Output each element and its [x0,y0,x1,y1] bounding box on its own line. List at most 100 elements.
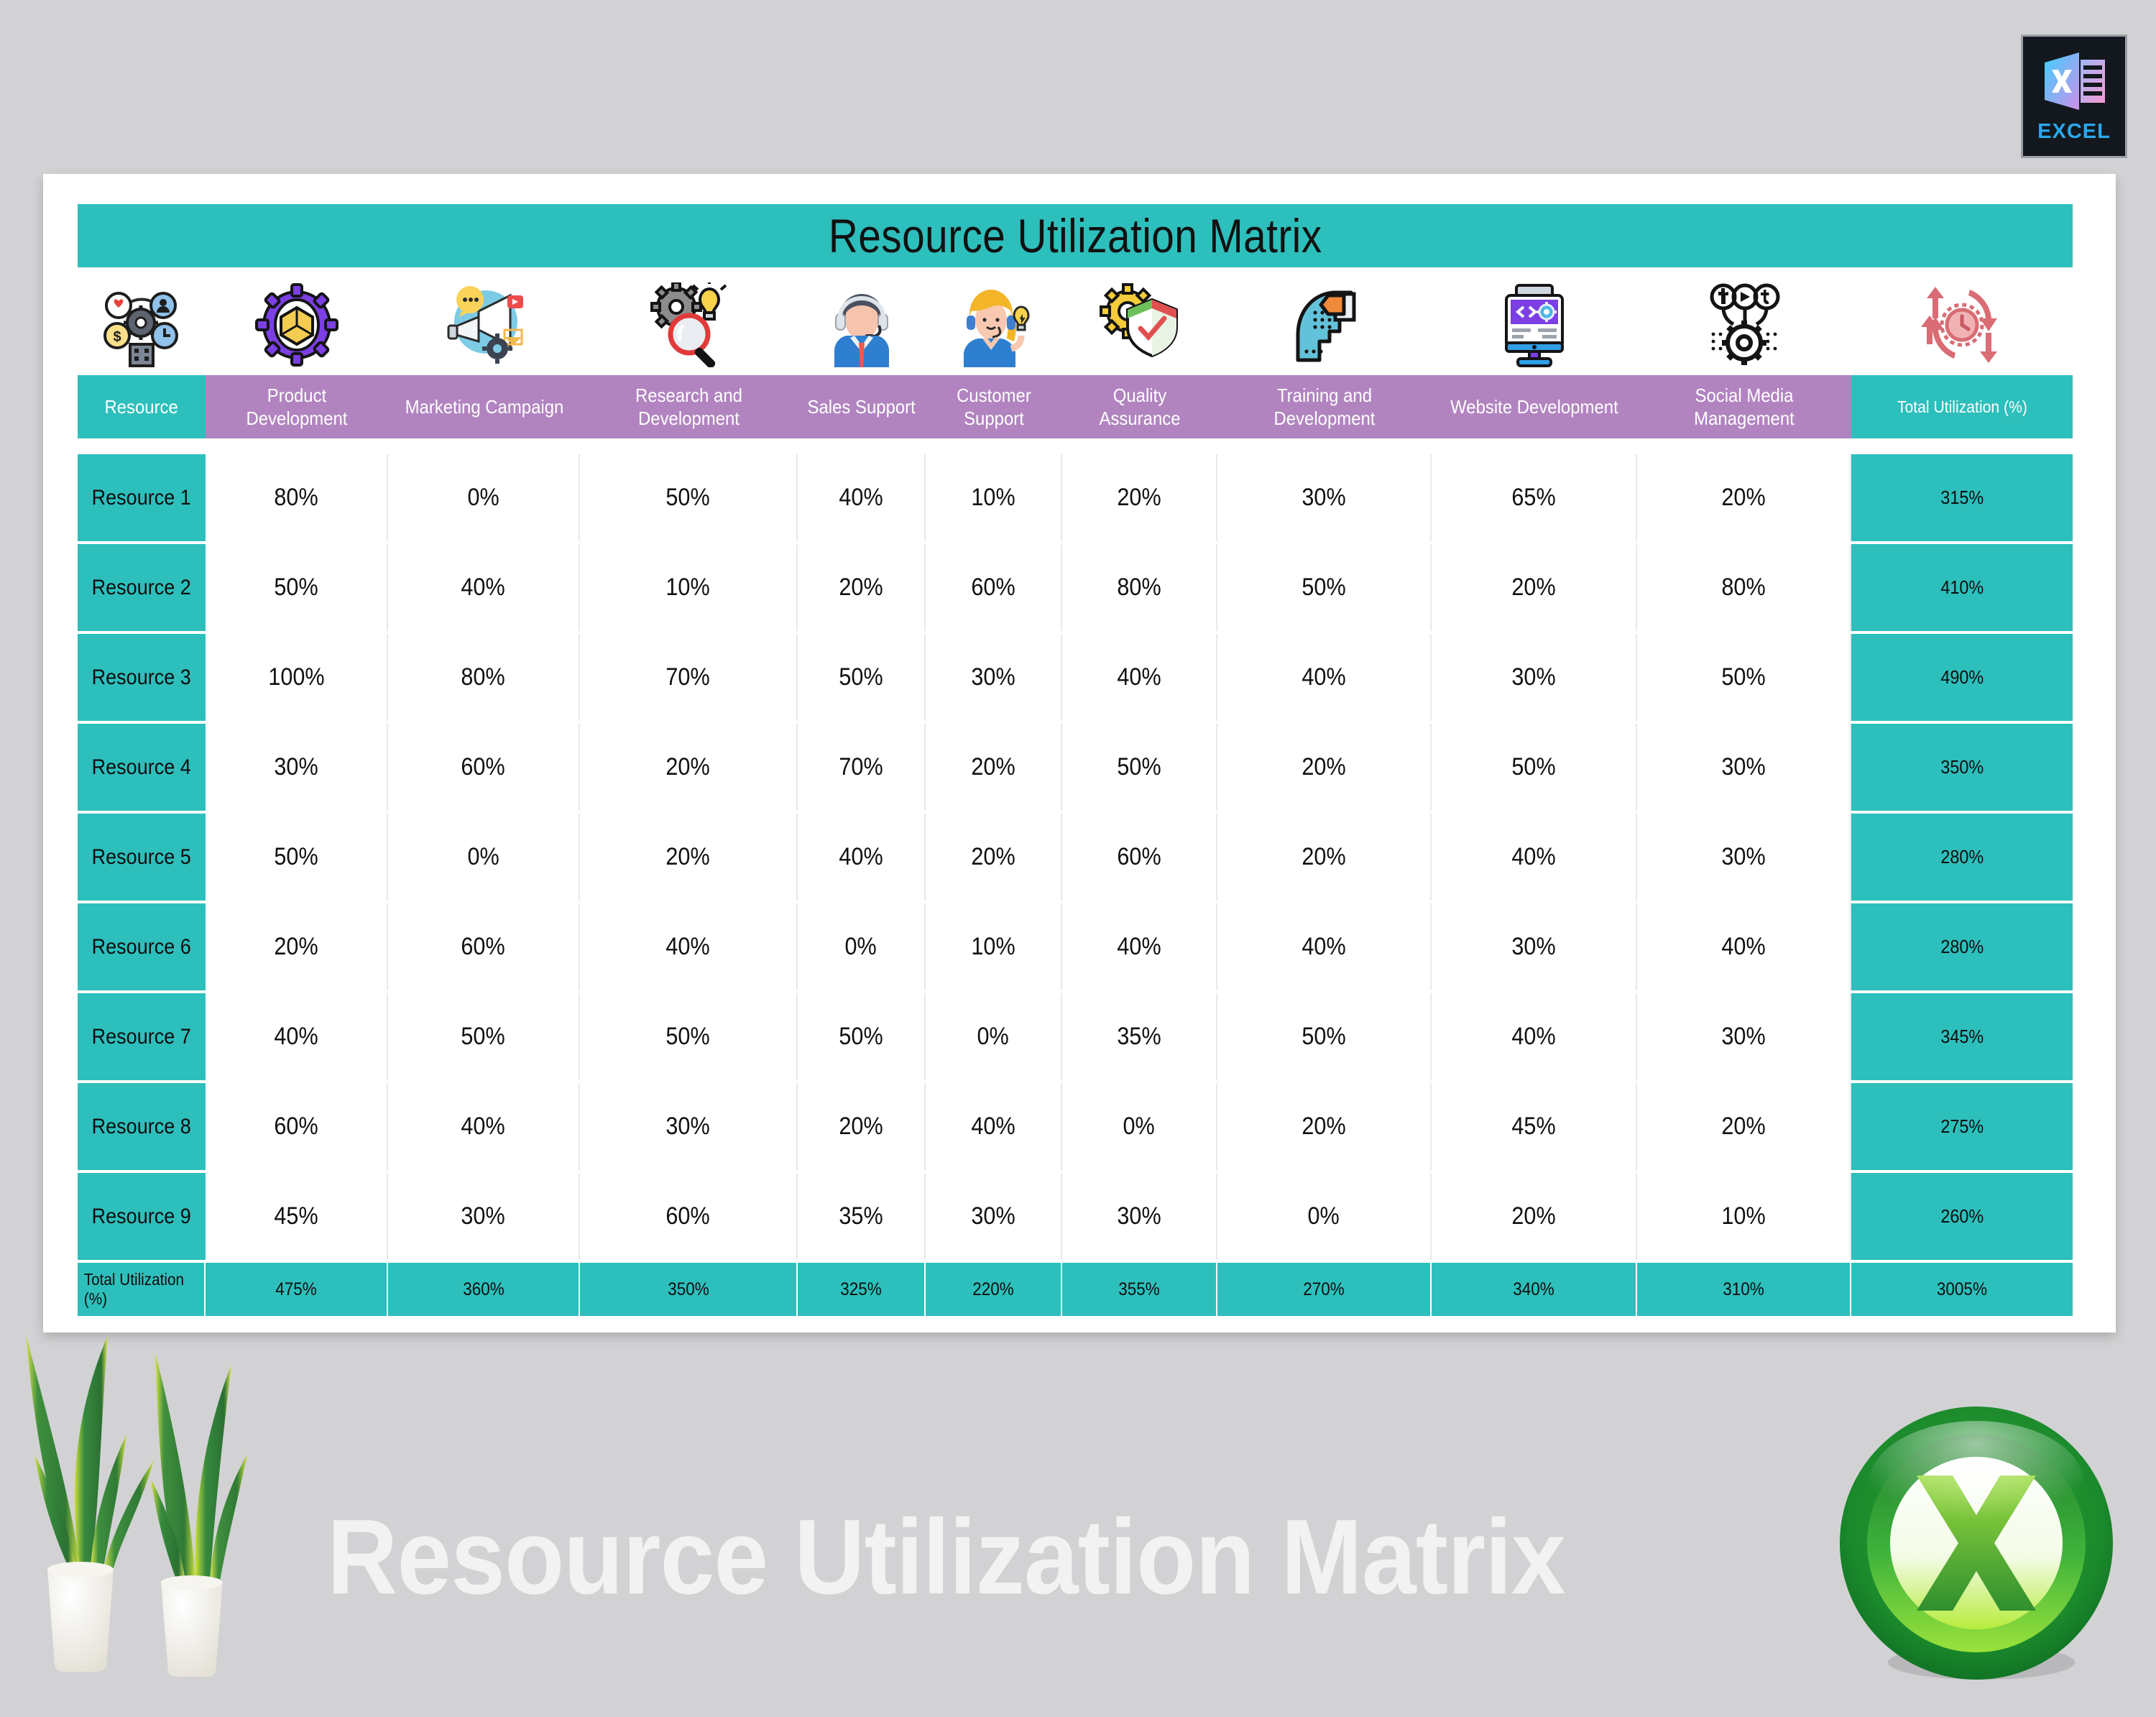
data-cell[interactable]: 40% [580,903,798,990]
data-cell[interactable]: 40% [1432,993,1637,1080]
data-cell[interactable]: 0% [926,993,1062,1080]
row-total-cell[interactable]: 410% [1851,544,2073,631]
data-cell[interactable]: 20% [1432,1173,1637,1260]
column-header-resource[interactable]: Resource [78,375,206,438]
data-cell[interactable]: 45% [1432,1083,1637,1170]
data-cell[interactable]: 20% [580,724,798,811]
data-cell[interactable]: 40% [1637,903,1851,990]
data-cell[interactable]: 20% [1217,724,1432,811]
data-cell[interactable]: 40% [1432,814,1637,901]
column-header-product-development[interactable]: Product Development [206,375,388,438]
data-cell[interactable]: 20% [798,1083,926,1170]
data-cell[interactable]: 30% [1432,903,1637,990]
column-total-cell[interactable]: 475% [206,1263,388,1316]
column-header-customer-support[interactable]: Customer Support [926,375,1062,438]
row-header-cell[interactable]: Resource 5 [78,814,206,901]
data-cell[interactable]: 30% [1062,1173,1217,1260]
data-cell[interactable]: 30% [1637,814,1851,901]
column-header-social-media-management[interactable]: Social Media Management [1637,375,1851,438]
data-cell[interactable]: 60% [580,1173,798,1260]
data-cell[interactable]: 20% [926,724,1062,811]
row-header-cell[interactable]: Resource 4 [78,724,206,811]
row-total-cell[interactable]: 275% [1851,1083,2073,1170]
data-cell[interactable]: 20% [580,814,798,901]
data-cell[interactable]: 50% [206,814,388,901]
data-cell[interactable]: 30% [1432,634,1637,721]
data-cell[interactable]: 30% [1637,724,1851,811]
data-cell[interactable]: 40% [206,993,388,1080]
data-cell[interactable]: 65% [1432,454,1637,541]
row-total-cell[interactable]: 280% [1851,814,2073,901]
row-total-cell[interactable]: 315% [1851,454,2073,541]
data-cell[interactable]: 20% [1217,1083,1432,1170]
data-cell[interactable]: 20% [1637,454,1851,541]
data-cell[interactable]: 50% [1062,724,1217,811]
row-header-cell[interactable]: Resource 2 [78,544,206,631]
data-cell[interactable]: 0% [1217,1173,1432,1260]
data-cell[interactable]: 60% [388,724,580,811]
data-cell[interactable]: 80% [206,454,388,541]
data-cell[interactable]: 35% [1062,993,1217,1080]
data-cell[interactable]: 20% [1432,544,1637,631]
data-cell[interactable]: 30% [926,1173,1062,1260]
column-header-training-and-development[interactable]: Training and Development [1217,375,1432,438]
column-total-cell[interactable]: 325% [798,1263,926,1316]
data-cell[interactable]: 40% [1062,634,1217,721]
data-cell[interactable]: 100% [206,634,388,721]
data-cell[interactable]: 10% [926,903,1062,990]
data-cell[interactable]: 40% [1217,634,1432,721]
grand-total-cell[interactable]: 3005% [1851,1263,2073,1316]
column-total-cell[interactable]: 310% [1637,1263,1851,1316]
data-cell[interactable]: 40% [798,814,926,901]
data-cell[interactable]: 50% [206,544,388,631]
data-cell[interactable]: 40% [798,454,926,541]
data-cell[interactable]: 20% [1217,814,1432,901]
row-total-cell[interactable]: 260% [1851,1173,2073,1260]
data-cell[interactable]: 30% [1637,993,1851,1080]
data-cell[interactable]: 80% [1637,544,1851,631]
column-header-quality-assurance[interactable]: Quality Assurance [1062,375,1217,438]
data-cell[interactable]: 0% [798,903,926,990]
data-cell[interactable]: 40% [388,544,580,631]
data-cell[interactable]: 50% [580,454,798,541]
data-cell[interactable]: 50% [1637,634,1851,721]
data-cell[interactable]: 50% [1217,993,1432,1080]
data-cell[interactable]: 10% [926,454,1062,541]
data-cell[interactable]: 30% [388,1173,580,1260]
data-cell[interactable]: 60% [926,544,1062,631]
column-header-research-and-development[interactable]: Research and Development [580,375,798,438]
data-cell[interactable]: 40% [388,1083,580,1170]
column-total-cell[interactable]: 270% [1217,1263,1432,1316]
data-cell[interactable]: 40% [1217,903,1432,990]
data-cell[interactable]: 0% [388,814,580,901]
data-cell[interactable]: 50% [798,993,926,1080]
row-total-cell[interactable]: 345% [1851,993,2073,1080]
column-header-website-development[interactable]: Website Development [1432,375,1637,438]
column-total-cell[interactable]: 355% [1062,1263,1217,1316]
data-cell[interactable]: 60% [206,1083,388,1170]
column-header-sales-support[interactable]: Sales Support [798,375,926,438]
row-total-cell[interactable]: 280% [1851,903,2073,990]
row-header-cell[interactable]: Resource 6 [78,903,206,990]
column-total-cell[interactable]: 350% [580,1263,798,1316]
data-cell[interactable]: 70% [580,634,798,721]
data-cell[interactable]: 30% [926,634,1062,721]
column-total-cell[interactable]: 340% [1432,1263,1637,1316]
data-cell[interactable]: 10% [580,544,798,631]
row-header-cell[interactable]: Resource 7 [78,993,206,1080]
data-cell[interactable]: 30% [1217,454,1432,541]
data-cell[interactable]: 80% [1062,544,1217,631]
data-cell[interactable]: 20% [1637,1083,1851,1170]
data-cell[interactable]: 50% [1217,544,1432,631]
data-cell[interactable]: 20% [798,544,926,631]
column-header-marketing-campaign[interactable]: Marketing Campaign [388,375,580,438]
data-cell[interactable]: 0% [388,454,580,541]
data-cell[interactable]: 50% [580,993,798,1080]
data-cell[interactable]: 20% [206,903,388,990]
data-cell[interactable]: 50% [1432,724,1637,811]
data-cell[interactable]: 45% [206,1173,388,1260]
data-cell[interactable]: 35% [798,1173,926,1260]
row-total-cell[interactable]: 490% [1851,634,2073,721]
row-header-cell[interactable]: Resource 9 [78,1173,206,1260]
row-header-cell[interactable]: Resource 8 [78,1083,206,1170]
